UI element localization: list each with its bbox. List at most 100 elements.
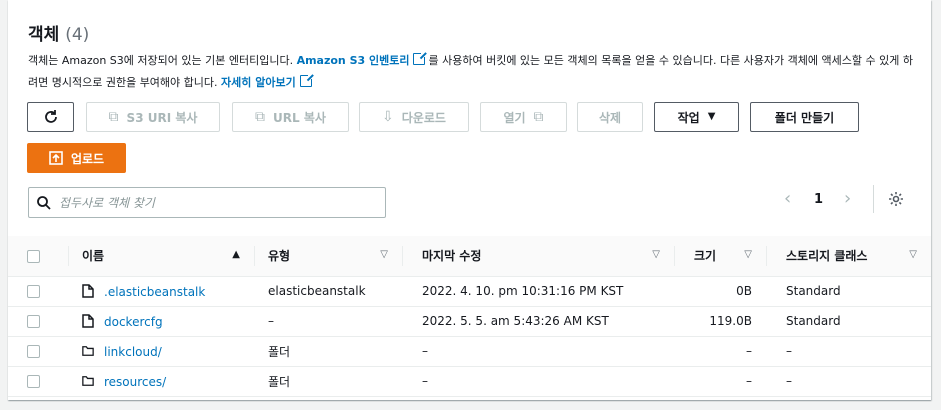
gear-icon — [889, 192, 903, 206]
refresh-icon — [44, 110, 57, 123]
row-checkbox[interactable] — [27, 285, 40, 298]
name-cell: .elasticbeanstalk — [68, 276, 254, 307]
column-storage-class[interactable]: 스토리지 클래스 ▽ — [766, 236, 931, 277]
sort-icon[interactable]: ▽ — [652, 249, 660, 260]
title-text: 객체 — [28, 25, 60, 45]
storage-class-cell: – — [766, 366, 931, 397]
last-modified-cell: – — [402, 336, 674, 367]
chevron-right-icon: › — [844, 188, 852, 209]
table-row[interactable]: linkcloud/폴더 – – – — [8, 336, 931, 367]
upload-label: 업로드 — [70, 151, 105, 166]
last-modified-cell: 2022. 4. 10. pm 10:31:16 PM KST — [402, 276, 674, 307]
open-label: 열기 — [503, 110, 526, 125]
caret-down-icon: ▼ — [707, 111, 716, 122]
copy-url-label: URL 복사 — [273, 110, 326, 125]
type-cell: elasticbeanstalk — [254, 276, 402, 307]
folder-icon — [82, 345, 94, 356]
storage-class-cell: Standard — [766, 276, 931, 307]
column-type[interactable]: 유형 ▽ — [254, 236, 402, 277]
column-name[interactable]: 이름 ▲ — [68, 236, 254, 277]
create-folder-button[interactable]: 폴더 만들기 — [750, 102, 859, 132]
last-modified-cell: 2022. 5. 5. am 5:43:26 AM KST — [402, 306, 674, 337]
sort-asc-icon[interactable]: ▲ — [232, 249, 240, 260]
chevron-left-icon: ‹ — [784, 188, 792, 209]
storage-class-cell: Standard — [766, 306, 931, 337]
storage-class-cell: – — [766, 336, 931, 367]
sort-icon[interactable]: ▽ — [909, 249, 917, 260]
row-checkbox[interactable] — [27, 375, 40, 388]
column-name-label: 이름 — [82, 249, 105, 264]
description: 객체는 Amazon S3에 저장되어 있는 기본 엔터티입니다. Amazon… — [28, 50, 918, 94]
size-cell: – — [674, 336, 766, 367]
objects-panel: 객체 (4) 객체는 Amazon S3에 저장되어 있는 기본 엔터티입니다.… — [8, 0, 931, 400]
delete-label: 삭제 — [598, 110, 622, 125]
download-icon: ⇩ — [382, 109, 394, 125]
sort-icon[interactable]: ▽ — [380, 249, 388, 260]
upload-icon — [49, 151, 63, 165]
settings-button[interactable] — [873, 185, 904, 213]
column-size[interactable]: 크기 ▽ — [674, 236, 766, 277]
copy-url-button[interactable]: ⧉ URL 복사 — [232, 102, 349, 132]
name-cell: dockercfg — [68, 306, 254, 337]
copy-icon: ⧉ — [108, 109, 119, 125]
external-link-icon[interactable] — [413, 51, 428, 65]
objects-table: 이름 ▲ 유형 ▽ 마지막 수정 ▽ 크기 ▽ 스토리지 클래스 ▽ .elasticbe… — [8, 236, 931, 397]
inventory-link[interactable]: Amazon S3 인벤토리 — [297, 54, 410, 67]
column-last-modified[interactable]: 마지막 수정 ▽ — [402, 236, 674, 277]
last-modified-cell: – — [402, 366, 674, 397]
table-row[interactable]: .elasticbeanstalk elasticbeanstalk 2022. 4… — [8, 276, 931, 307]
delete-button[interactable]: 삭제 — [577, 102, 643, 132]
row-select-cell — [8, 276, 68, 307]
copy-s3-uri-button[interactable]: ⧉ S3 URI 복사 — [86, 102, 220, 132]
download-button[interactable]: ⇩ 다운로드 — [359, 102, 469, 132]
object-name-link[interactable]: linkcloud/ — [104, 345, 162, 359]
table-row[interactable]: resources/폴더 – – – — [8, 366, 931, 397]
table-header-row: 이름 ▲ 유형 ▽ 마지막 수정 ▽ 크기 ▽ 스토리지 클래스 ▽ — [8, 236, 931, 277]
size-cell: – — [674, 366, 766, 397]
object-count: (4) — [65, 25, 90, 45]
row-select-cell — [8, 306, 68, 337]
copy-icon: ⧉ — [255, 109, 266, 125]
row-checkbox[interactable] — [27, 345, 40, 358]
name-cell: resources/ — [68, 366, 254, 397]
download-label: 다운로드 — [401, 110, 446, 125]
file-icon — [82, 283, 94, 298]
type-cell: – — [254, 306, 402, 337]
object-name-link[interactable]: .elasticbeanstalk — [104, 285, 205, 299]
search-icon — [37, 195, 51, 210]
page-title: 객체 (4) — [28, 20, 89, 45]
description-text-1: 객체는 Amazon S3에 저장되어 있는 기본 엔터티입니다. — [28, 54, 297, 67]
upload-button[interactable]: 업로드 — [27, 143, 126, 173]
table-row[interactable]: dockercfg –2022. 5. 5. am 5:43:26 AM KST 1… — [8, 306, 931, 337]
actions-label: 작업 — [677, 110, 700, 125]
size-cell: 0B — [674, 276, 766, 307]
create-folder-label: 폴더 만들기 — [774, 110, 835, 125]
column-last-modified-label: 마지막 수정 — [422, 249, 482, 264]
prev-page-button[interactable]: ‹ — [784, 187, 791, 211]
copy-s3-uri-label: S3 URI 복사 — [126, 110, 198, 125]
external-link-icon: ⧉ — [533, 109, 544, 125]
file-icon — [82, 313, 94, 328]
open-button[interactable]: 열기 ⧉ — [480, 102, 567, 132]
object-name-link[interactable]: resources/ — [104, 375, 166, 389]
size-cell: 119.0B — [674, 306, 766, 337]
page-number[interactable]: 1 — [814, 187, 823, 211]
search-box[interactable] — [28, 187, 386, 218]
actions-dropdown[interactable]: 작업 ▼ — [654, 102, 739, 132]
refresh-button[interactable] — [27, 102, 74, 132]
row-select-cell — [8, 366, 68, 397]
next-page-button[interactable]: › — [844, 187, 851, 211]
folder-icon — [82, 375, 94, 386]
external-link-icon[interactable] — [299, 73, 314, 87]
sort-icon[interactable]: ▽ — [744, 249, 752, 260]
search-input[interactable] — [59, 195, 359, 210]
object-name-link[interactable]: dockercfg — [104, 315, 163, 329]
row-checkbox[interactable] — [27, 315, 40, 328]
column-storage-class-label: 스토리지 클래스 — [786, 249, 868, 264]
learn-more-link[interactable]: 자세히 알아보기 — [221, 76, 296, 89]
row-select-cell — [8, 336, 68, 367]
column-type-label: 유형 — [268, 249, 291, 264]
select-all-checkbox[interactable] — [27, 249, 40, 263]
column-size-label: 크기 — [694, 249, 717, 264]
type-cell: 폴더 — [254, 336, 402, 367]
